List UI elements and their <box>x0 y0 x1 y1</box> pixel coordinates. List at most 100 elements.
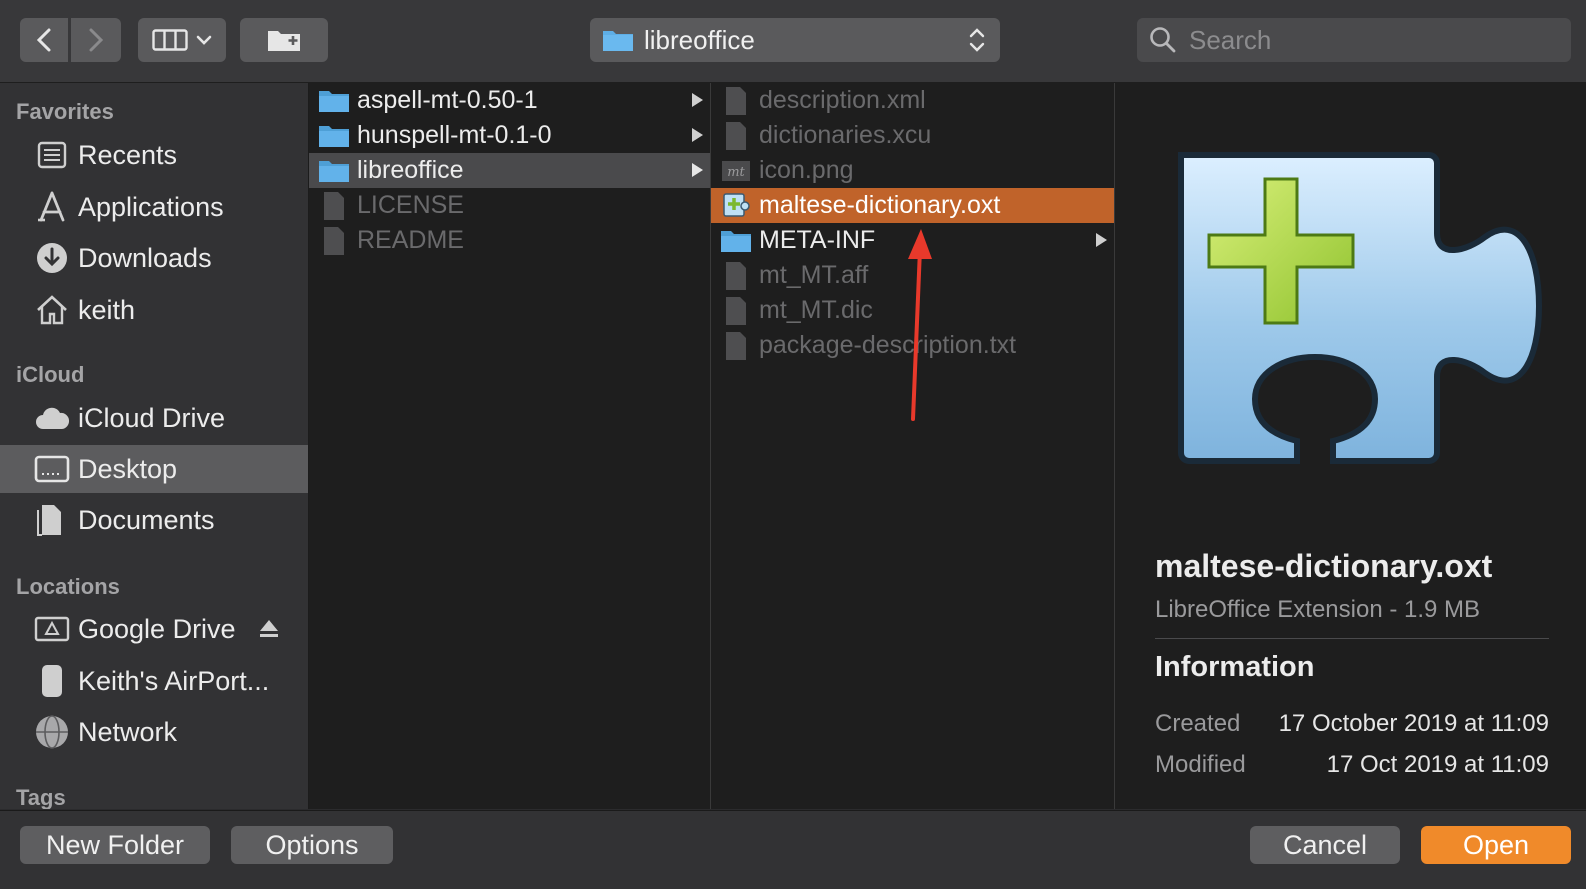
list-item-selected[interactable]: maltese-dictionary.oxt <box>711 188 1114 223</box>
folder-icon <box>719 224 753 258</box>
search-field[interactable] <box>1137 18 1571 62</box>
disclosure-arrow-icon <box>1096 233 1107 247</box>
sidebar-item-label: Downloads <box>78 242 212 273</box>
sidebar-item-label: Network <box>78 716 178 747</box>
up-down-chevron-icon <box>969 28 985 52</box>
document-icon <box>719 329 753 363</box>
sidebar-item-label: Recents <box>78 139 178 170</box>
view-mode-button[interactable] <box>138 18 226 62</box>
back-button[interactable] <box>20 18 68 62</box>
chevron-down-icon <box>196 35 212 45</box>
sidebar-item-network[interactable]: Network <box>0 708 308 756</box>
columns-view-icon <box>152 29 188 51</box>
document-icon <box>719 259 753 293</box>
drive-icon <box>32 609 72 649</box>
created-label: Created <box>1155 710 1241 737</box>
sidebar-item-label: keith <box>78 294 136 325</box>
cancel-button[interactable]: Cancel <box>1250 826 1400 864</box>
column-1: aspell-mt-0.50-1 hunspell-mt-0.1-0 libre… <box>309 83 711 809</box>
network-icon <box>32 712 72 752</box>
item-name: mt_MT.aff <box>759 261 869 289</box>
eject-icon[interactable] <box>258 617 280 641</box>
item-name: maltese-dictionary.oxt <box>759 191 1001 219</box>
options-button[interactable]: Options <box>231 826 393 864</box>
chevron-right-icon <box>89 28 104 52</box>
information-heading: Information <box>1155 651 1315 683</box>
item-name: mt_MT.dic <box>759 296 873 324</box>
item-name: LICENSE <box>357 191 464 219</box>
document-icon <box>719 119 753 153</box>
item-name: hunspell-mt-0.1-0 <box>357 121 552 149</box>
sidebar-section-locations: Locations <box>16 574 120 599</box>
open-button[interactable]: Open <box>1421 826 1571 864</box>
disclosure-arrow-icon <box>692 128 703 142</box>
documents-icon <box>32 500 72 540</box>
item-name: icon.png <box>759 156 854 184</box>
document-icon <box>317 189 351 223</box>
sidebar-item-keith[interactable]: keith <box>0 286 308 334</box>
new-folder-button[interactable]: New Folder <box>20 826 210 864</box>
extension-icon <box>719 189 753 223</box>
search-input[interactable] <box>1187 23 1551 57</box>
item-name: description.xml <box>759 86 926 114</box>
item-name: README <box>357 226 464 254</box>
item-name: libreoffice <box>357 156 464 184</box>
recents-icon <box>32 135 72 175</box>
sidebar-item-documents[interactable]: Documents <box>0 496 308 544</box>
item-name: dictionaries.xcu <box>759 121 932 149</box>
preview-filename: maltese-dictionary.oxt <box>1155 548 1493 584</box>
list-item[interactable]: dictionaries.xcu <box>711 118 1114 153</box>
document-icon <box>719 294 753 328</box>
modified-value: 17 Oct 2019 at 11:09 <box>1326 751 1549 778</box>
search-icon <box>1150 27 1176 53</box>
sidebar: Favorites Recents Applications Downloads… <box>0 83 309 809</box>
list-item[interactable]: aspell-mt-0.50-1 <box>309 83 710 118</box>
list-item[interactable]: README <box>309 223 710 258</box>
sidebar-item-downloads[interactable]: Downloads <box>0 234 308 282</box>
column-2: description.xml dictionaries.xcu mt icon… <box>711 83 1115 809</box>
folder-icon <box>317 84 351 118</box>
item-name: aspell-mt-0.50-1 <box>357 86 538 114</box>
annotation-arrow <box>908 229 932 421</box>
sidebar-item-icloud-drive[interactable]: iCloud Drive <box>0 394 308 442</box>
chevron-left-icon <box>36 28 51 52</box>
modified-label: Modified <box>1155 751 1246 778</box>
disclosure-arrow-icon <box>692 93 703 107</box>
preview-kind: LibreOffice Extension - 1.9 MB <box>1155 596 1481 623</box>
new-folder-icon <box>268 31 300 51</box>
sidebar-item-label: iCloud Drive <box>78 402 226 433</box>
sidebar-item-label: Desktop <box>78 453 178 484</box>
item-name: META-INF <box>759 226 876 254</box>
sidebar-item-label: Google Drive <box>78 613 236 644</box>
sidebar-item-applications[interactable]: Applications <box>0 183 308 231</box>
forward-button[interactable] <box>71 18 121 62</box>
location-label: libreoffice <box>644 24 755 55</box>
folder-icon <box>317 154 351 188</box>
sidebar-item-label: Documents <box>78 504 215 535</box>
sidebar-item-desktop[interactable]: Desktop <box>0 445 308 493</box>
document-icon <box>719 84 753 118</box>
list-item[interactable]: hunspell-mt-0.1-0 <box>309 118 710 153</box>
list-item[interactable]: LICENSE <box>309 188 710 223</box>
list-item-selected[interactable]: libreoffice <box>309 153 710 188</box>
applications-icon <box>32 187 72 227</box>
created-value: 17 October 2019 at 11:09 <box>1278 710 1549 737</box>
airport-icon <box>32 661 72 701</box>
list-item[interactable]: description.xml <box>711 83 1114 118</box>
list-item[interactable]: mt icon.png <box>711 153 1114 188</box>
toolbar: libreoffice <box>0 0 1586 83</box>
sidebar-item-label: Applications <box>78 191 224 222</box>
downloads-icon <box>32 238 72 278</box>
new-folder-toolbar-button[interactable] <box>240 18 328 62</box>
sidebar-item-airport[interactable]: Keith's AirPort... <box>0 657 308 705</box>
extension-preview-icon <box>1178 152 1543 464</box>
sidebar-item-label: Keith's AirPort... <box>78 665 270 696</box>
image-file-icon: mt <box>719 154 753 188</box>
location-popup[interactable]: libreoffice <box>590 18 1000 62</box>
preview-pane: maltese-dictionary.oxt LibreOffice Exten… <box>1115 83 1586 809</box>
sidebar-section-favorites: Favorites <box>16 99 114 124</box>
sidebar-item-google-drive[interactable]: Google Drive <box>0 605 308 653</box>
sidebar-item-recents[interactable]: Recents <box>0 131 308 179</box>
item-name: package-description.txt <box>759 331 1017 359</box>
divider <box>1155 638 1549 639</box>
